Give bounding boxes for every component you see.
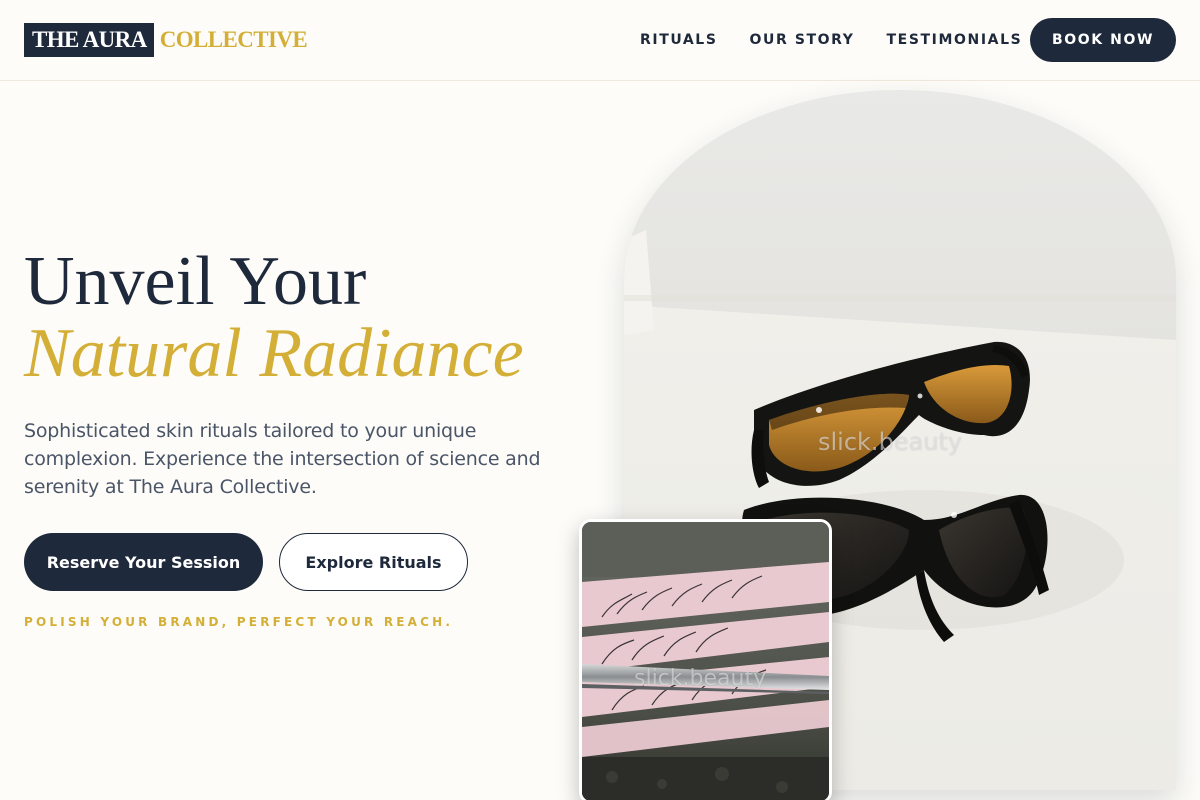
hero-tagline: POLISH YOUR BRAND, PERFECT YOUR REACH.: [24, 615, 454, 629]
headline-line-2: Natural Radiance: [24, 315, 524, 392]
headline-line-1: Unveil Your: [24, 243, 367, 320]
site-header: THE AURA COLLECTIVE RITUALS OUR STORY TE…: [0, 0, 1200, 81]
inset-image-lashes: slick.beauty: [579, 519, 832, 800]
reserve-session-button[interactable]: Reserve Your Session: [24, 533, 263, 591]
main-nav: RITUALS OUR STORY TESTIMONIALS: [640, 31, 1022, 49]
hero-headline: Unveil Your Natural Radiance: [24, 246, 584, 390]
lash-tray-photo: [582, 522, 829, 800]
explore-rituals-button[interactable]: Explore Rituals: [279, 533, 468, 591]
nav-link-our-story[interactable]: OUR STORY: [750, 31, 855, 49]
book-now-button[interactable]: BOOK NOW: [1030, 18, 1176, 62]
logo-text-accent: COLLECTIVE: [159, 27, 308, 52]
logo-text-primary: THE AURA: [24, 23, 154, 57]
brand-logo[interactable]: THE AURA COLLECTIVE: [24, 23, 308, 57]
nav-link-rituals[interactable]: RITUALS: [640, 31, 718, 49]
hero-subtitle: Sophisticated skin rituals tailored to y…: [24, 420, 541, 498]
nav-link-testimonials[interactable]: TESTIMONIALS: [887, 31, 1023, 49]
